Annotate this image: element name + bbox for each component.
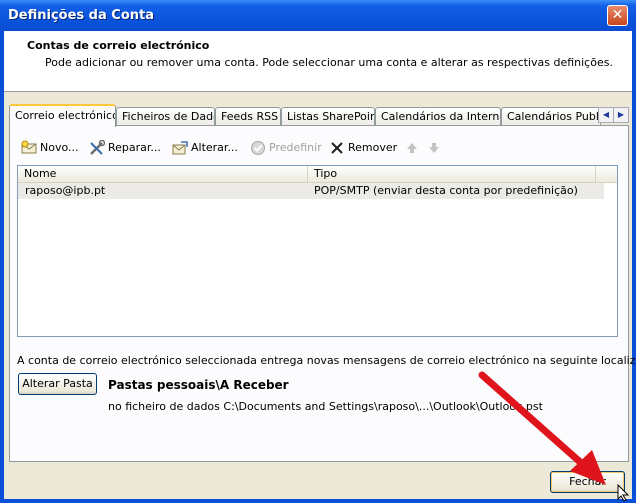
table-row[interactable]: raposo@ipb.pt POP/SMTP (enviar desta con… bbox=[18, 183, 604, 199]
set-default-button[interactable]: Predefinir bbox=[250, 139, 322, 157]
arrow-down-icon bbox=[426, 140, 442, 156]
remove-account-button[interactable]: Remover bbox=[329, 139, 397, 157]
header-description: Pode adicionar ou remover uma conta. Pod… bbox=[45, 56, 613, 69]
set-default-label: Predefinir bbox=[269, 141, 322, 154]
delivery-folder: Pastas pessoais\A Receber bbox=[108, 378, 289, 392]
tab-strip: Correio electrónico Ficheiros de Dados F… bbox=[9, 104, 629, 127]
account-name-cell: raposo@ipb.pt bbox=[25, 184, 106, 197]
new-mail-icon bbox=[21, 140, 37, 156]
tab-sharepoint-lists[interactable]: Listas SharePoint bbox=[281, 107, 375, 125]
dialog-header: Contas de correio electrónico Pode adici… bbox=[4, 31, 632, 92]
tab-scroll-left-icon[interactable]: ◀ bbox=[598, 107, 614, 123]
list-header: Nome Tipo bbox=[18, 166, 617, 183]
repair-account-button[interactable]: Reparar... bbox=[89, 139, 161, 157]
red-annotation-arrow-icon bbox=[478, 371, 606, 485]
new-account-button[interactable]: Novo... bbox=[21, 139, 79, 157]
tab-email[interactable]: Correio electrónico bbox=[9, 104, 116, 127]
tab-internet-calendars[interactable]: Calendários da Internet bbox=[375, 107, 501, 125]
change-folder-button[interactable]: Alterar Pasta bbox=[18, 373, 97, 395]
change-account-label: Alterar... bbox=[191, 141, 238, 154]
account-settings-window: Definições da Conta ✕ Contas de correio … bbox=[0, 0, 636, 503]
tab-rss-feeds[interactable]: Feeds RSS bbox=[215, 107, 281, 125]
arrow-up-icon bbox=[404, 140, 420, 156]
column-header-name[interactable]: Nome bbox=[18, 166, 308, 182]
header-title: Contas de correio electrónico bbox=[27, 39, 210, 52]
tab-scroll-right-icon[interactable]: ▶ bbox=[613, 107, 629, 123]
repair-tools-icon bbox=[89, 139, 106, 156]
remove-x-icon bbox=[329, 140, 345, 156]
title-bar[interactable]: Definições da Conta ✕ bbox=[0, 0, 636, 31]
remove-account-label: Remover bbox=[348, 141, 398, 154]
tab-published-calendars[interactable]: Calendários Publica bbox=[501, 107, 601, 125]
new-account-label: Novo... bbox=[40, 141, 79, 154]
move-up-button[interactable] bbox=[404, 139, 423, 157]
repair-account-label: Reparar... bbox=[108, 141, 161, 154]
change-account-button[interactable]: Alterar... bbox=[172, 139, 238, 157]
column-header-type[interactable]: Tipo bbox=[308, 166, 596, 182]
move-down-button[interactable] bbox=[426, 139, 445, 157]
checkmark-circle-icon bbox=[250, 140, 266, 156]
window-close-button[interactable]: ✕ bbox=[607, 5, 628, 26]
mouse-cursor-icon bbox=[617, 484, 630, 502]
window-title: Definições da Conta bbox=[8, 8, 154, 23]
account-type-cell: POP/SMTP (enviar desta conta por predefi… bbox=[314, 184, 578, 197]
tab-data-files[interactable]: Ficheiros de Dados bbox=[116, 107, 215, 125]
change-settings-icon bbox=[172, 140, 188, 156]
accounts-list[interactable]: Nome Tipo raposo@ipb.pt POP/SMTP (enviar… bbox=[17, 165, 618, 337]
